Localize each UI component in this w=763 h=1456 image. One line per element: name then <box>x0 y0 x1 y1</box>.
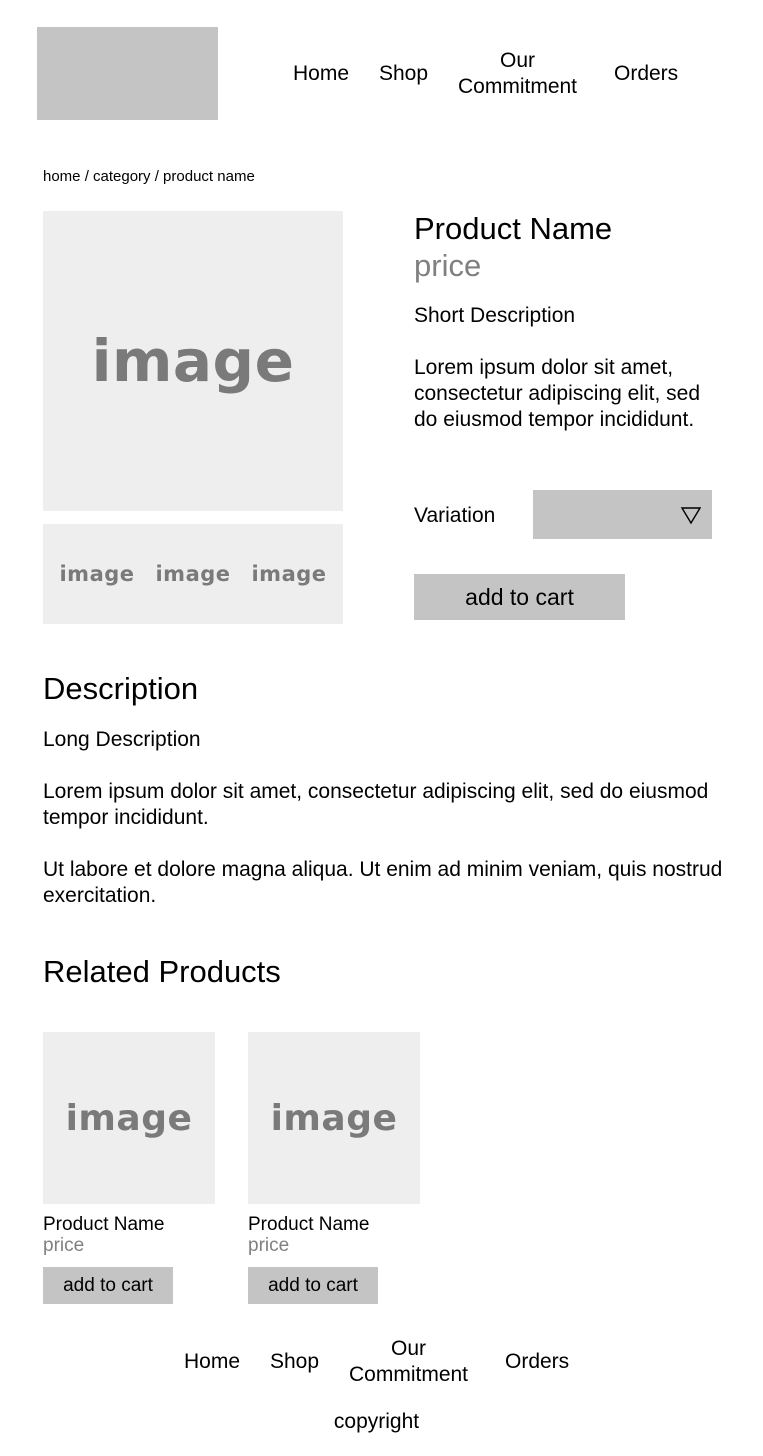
related-product-card: image Product Name price add to cart <box>43 1032 215 1312</box>
long-description-heading: Long Description <box>43 728 201 751</box>
nav-orders-link[interactable]: Orders <box>614 61 678 87</box>
nav-commitment-line1: Our <box>500 49 536 72</box>
related-product-image[interactable]: image <box>43 1032 215 1204</box>
related-add-to-cart-button[interactable]: add to cart <box>248 1267 378 1304</box>
footer-home-link[interactable]: Home <box>184 1349 240 1375</box>
thumbnail-image[interactable]: image <box>155 562 230 586</box>
footer-commitment-line1: Our <box>391 1337 427 1360</box>
long-description-paragraph: Lorem ipsum dolor sit amet, consectetur … <box>43 780 709 829</box>
main-product-image[interactable]: image <box>43 211 343 511</box>
footer-commitment-line2: Commitment <box>349 1363 469 1386</box>
variation-select[interactable] <box>533 490 712 539</box>
footer-orders-link[interactable]: Orders <box>505 1349 569 1375</box>
thumbnail-image[interactable]: image <box>251 562 326 586</box>
related-add-to-cart-button[interactable]: add to cart <box>43 1267 173 1304</box>
logo-placeholder[interactable] <box>37 27 218 120</box>
related-image-label: image <box>270 1097 398 1139</box>
breadcrumb[interactable]: home / category / product name <box>43 168 255 186</box>
nav-home-link[interactable]: Home <box>293 61 349 87</box>
related-image-label: image <box>65 1097 193 1139</box>
related-product-price: price <box>43 1235 85 1256</box>
nav-our-commitment-link[interactable]: Our Commitment <box>458 48 577 100</box>
related-product-image[interactable]: image <box>248 1032 420 1204</box>
thumbnail-strip: image image image <box>43 524 343 624</box>
short-description-heading: Short Description <box>414 304 576 327</box>
related-product-name[interactable]: Product Name <box>43 1214 164 1236</box>
long-description-paragraph: Ut labore et dolore magna aliqua. Ut eni… <box>43 858 723 907</box>
triangle-down-icon <box>680 507 702 525</box>
thumbnail-image[interactable]: image <box>59 562 134 586</box>
related-product-price: price <box>248 1235 290 1256</box>
related-product-card: image Product Name price add to cart <box>248 1032 420 1312</box>
main-image-label: image <box>91 327 295 395</box>
product-price: price <box>414 248 482 283</box>
add-to-cart-button[interactable]: add to cart <box>414 574 625 620</box>
footer-our-commitment-link[interactable]: Our Commitment <box>349 1336 468 1388</box>
related-products-title: Related Products <box>43 954 281 989</box>
copyright-text: copyright <box>333 1410 420 1433</box>
variation-label: Variation <box>414 504 496 527</box>
nav-shop-link[interactable]: Shop <box>379 61 428 87</box>
footer-shop-link[interactable]: Shop <box>270 1349 319 1375</box>
short-description-text: Lorem ipsum dolor sit amet, consectetur … <box>414 356 700 431</box>
product-title: Product Name <box>414 211 613 246</box>
related-product-name[interactable]: Product Name <box>248 1214 369 1236</box>
nav-commitment-line2: Commitment <box>458 75 578 98</box>
description-title: Description <box>43 671 199 706</box>
